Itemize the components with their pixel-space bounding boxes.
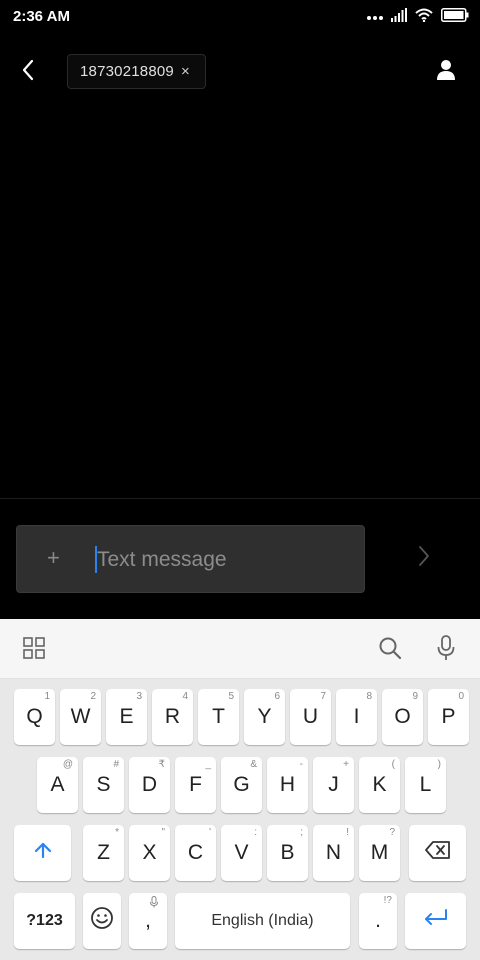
remove-recipient-icon[interactable]: × bbox=[181, 63, 190, 80]
back-button[interactable] bbox=[12, 56, 44, 88]
apps-grid-button[interactable] bbox=[18, 634, 50, 666]
compose-divider bbox=[0, 498, 480, 499]
key-b[interactable]: ; B bbox=[267, 825, 308, 881]
key-p[interactable]: 0P bbox=[428, 689, 469, 745]
keyboard: 1Q 2W 3E 4R 5T 6Y 7U 8I 9O 0P @ A # S ₹ D _… bbox=[0, 619, 480, 960]
voice-input-button[interactable] bbox=[430, 634, 462, 666]
enter-arrow-icon bbox=[423, 909, 449, 933]
back-arrow-icon bbox=[21, 59, 35, 86]
status-icons bbox=[367, 7, 469, 27]
key-g[interactable]: & G bbox=[221, 757, 262, 813]
recipient-number: 18730218809 bbox=[80, 63, 174, 80]
key-a[interactable]: @ A bbox=[37, 757, 78, 813]
status-bar: 2:36 AM bbox=[0, 0, 480, 34]
key-c[interactable]: ' C bbox=[175, 825, 216, 881]
key-h[interactable]: -H bbox=[267, 757, 308, 813]
battery-icon bbox=[441, 7, 469, 27]
mic-hint-icon bbox=[150, 896, 158, 911]
status-time: 2:36 AM bbox=[13, 8, 70, 25]
space-key[interactable]: English (India) bbox=[175, 893, 350, 949]
signal-icon bbox=[391, 7, 407, 27]
attach-plus-icon[interactable]: + bbox=[47, 547, 60, 569]
key-t[interactable]: 5T bbox=[198, 689, 239, 745]
period-key[interactable]: !? . bbox=[359, 893, 397, 949]
emoji-icon bbox=[90, 906, 114, 936]
key-v[interactable]: :V bbox=[221, 825, 262, 881]
key-r[interactable]: 4R bbox=[152, 689, 193, 745]
symbols-key[interactable]: ?123 bbox=[14, 893, 75, 949]
key-m[interactable]: ? M bbox=[359, 825, 400, 881]
send-chevron-icon bbox=[418, 545, 430, 572]
message-input[interactable] bbox=[97, 546, 347, 574]
key-s[interactable]: # S bbox=[83, 757, 124, 813]
key-d[interactable]: ₹ D bbox=[129, 757, 170, 813]
add-contact-button[interactable] bbox=[430, 56, 462, 88]
person-icon bbox=[437, 59, 455, 86]
shift-arrow-icon bbox=[33, 841, 53, 865]
key-y[interactable]: 6Y bbox=[244, 689, 285, 745]
microphone-icon bbox=[437, 634, 455, 666]
send-button[interactable] bbox=[410, 542, 438, 574]
backspace-icon bbox=[424, 841, 451, 865]
keyboard-toolbar bbox=[0, 619, 480, 679]
more-dots-icon bbox=[367, 8, 383, 26]
search-icon bbox=[378, 636, 402, 665]
keyboard-search-button[interactable] bbox=[374, 634, 406, 666]
backspace-key[interactable] bbox=[409, 825, 466, 881]
wifi-icon bbox=[415, 8, 433, 27]
key-z[interactable]: * Z bbox=[83, 825, 124, 881]
key-o[interactable]: 9O bbox=[382, 689, 423, 745]
key-l[interactable]: ) L bbox=[405, 757, 446, 813]
enter-key[interactable] bbox=[405, 893, 466, 949]
key-f[interactable]: _ F bbox=[175, 757, 216, 813]
compose-box[interactable]: + bbox=[16, 525, 365, 593]
grid-icon bbox=[23, 636, 45, 664]
key-e[interactable]: 3E bbox=[106, 689, 147, 745]
key-i[interactable]: 8I bbox=[336, 689, 377, 745]
key-j[interactable]: + J bbox=[313, 757, 354, 813]
emoji-key[interactable] bbox=[83, 893, 121, 949]
recipient-chip[interactable]: 18730218809 × bbox=[67, 54, 206, 89]
key-x[interactable]: " X bbox=[129, 825, 170, 881]
key-u[interactable]: 7U bbox=[290, 689, 331, 745]
key-w[interactable]: 2W bbox=[60, 689, 101, 745]
comma-key[interactable]: , bbox=[129, 893, 167, 949]
key-k[interactable]: (K bbox=[359, 757, 400, 813]
key-q[interactable]: 1Q bbox=[14, 689, 55, 745]
shift-key[interactable] bbox=[14, 825, 71, 881]
key-n[interactable]: ! N bbox=[313, 825, 354, 881]
